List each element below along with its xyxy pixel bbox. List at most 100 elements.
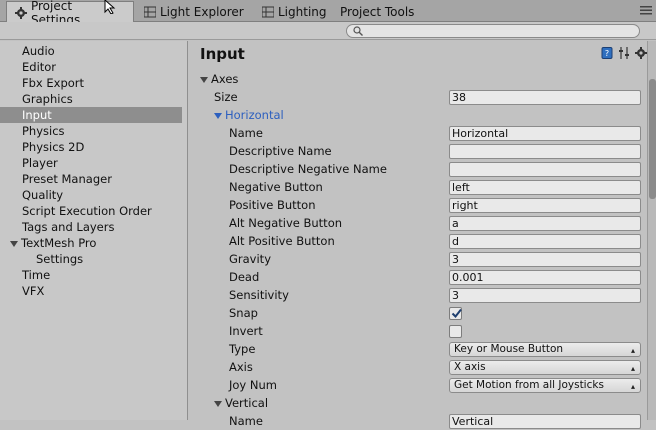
sidebar-item-preset-manager[interactable]: Preset Manager (0, 171, 187, 187)
type-label: Type (229, 342, 256, 356)
sidebar-item-tags-and-layers[interactable]: Tags and Layers (0, 219, 187, 235)
dropdown-arrow-icon: ▴ (630, 381, 635, 391)
descriptive-negative-name-label: Descriptive Negative Name (229, 162, 387, 176)
sidebar-item-fbx-export[interactable]: Fbx Export (0, 75, 187, 91)
snap-label: Snap (229, 306, 258, 320)
alt-negative-button-row: Alt Negative Button a (189, 214, 647, 232)
sidebar-group-textmesh-pro[interactable]: TextMesh Pro (0, 235, 187, 251)
axis-label: Axis (229, 360, 253, 374)
size-label: Size (214, 90, 238, 104)
vertical-foldout[interactable]: Vertical (189, 394, 647, 412)
invert-row: Invert (189, 322, 647, 340)
expand-triangle-icon[interactable] (10, 240, 18, 247)
sidebar-item-audio[interactable]: Audio (0, 43, 187, 59)
joy-num-value: Get Motion from all Joysticks (454, 378, 604, 391)
mouse-cursor-icon (104, 0, 116, 14)
sidebar-item-time[interactable]: Time (0, 267, 187, 283)
negative-button-row: Negative Button left (189, 178, 647, 196)
alt-positive-button-field[interactable]: d (449, 233, 641, 249)
positive-button-row: Positive Button right (189, 196, 647, 214)
horizontal-foldout[interactable]: Horizontal (189, 106, 647, 124)
size-field[interactable]: 38 (449, 89, 641, 105)
sidebar-item-input[interactable]: Input (0, 107, 182, 123)
dead-field[interactable]: 0.001 (449, 269, 641, 285)
snap-checkbox[interactable] (449, 306, 462, 320)
svg-text:?: ? (605, 49, 609, 58)
name-label: Name (229, 126, 263, 140)
negative-button-field[interactable]: left (449, 179, 641, 195)
type-row: Type Key or Mouse Button ▴ (189, 340, 647, 358)
name-field[interactable]: Horizontal (449, 125, 641, 141)
axis-row: Axis X axis ▴ (189, 358, 647, 376)
size-row: Size 38 (189, 88, 647, 106)
expand-triangle-icon[interactable] (200, 76, 208, 83)
alt-negative-button-field[interactable]: a (449, 215, 641, 231)
search-input[interactable] (346, 24, 640, 38)
type-dropdown[interactable]: Key or Mouse Button ▴ (449, 341, 641, 357)
gear-icon (15, 6, 27, 19)
sidebar-item-label: TextMesh Pro (21, 236, 97, 250)
help-book-icon[interactable]: ? (601, 47, 613, 59)
joy-num-dropdown[interactable]: Get Motion from all Joysticks ▴ (449, 377, 641, 393)
sidebar-item-editor[interactable]: Editor (0, 59, 187, 75)
gravity-row: Gravity 3 (189, 250, 647, 268)
invert-label: Invert (229, 324, 263, 338)
expand-triangle-icon[interactable] (214, 400, 222, 407)
grid-icon (262, 6, 274, 18)
axis-value: X axis (454, 360, 486, 373)
invert-checkbox[interactable] (449, 324, 462, 338)
expand-triangle-icon[interactable] (214, 112, 222, 119)
sidebar-item-graphics[interactable]: Graphics (0, 91, 187, 107)
tab-label: Light Explorer (160, 5, 244, 19)
tab-label: Project Tools (340, 5, 415, 19)
sidebar-item-physics[interactable]: Physics (0, 123, 187, 139)
descriptive-negative-name-field[interactable] (449, 161, 641, 177)
settings-sidebar: Audio Editor Fbx Export Graphics Input P… (0, 41, 188, 420)
preset-sliders-icon[interactable] (618, 47, 630, 59)
vertical-name-row: Name Vertical (189, 412, 647, 430)
sensitivity-row: Sensitivity 3 (189, 286, 647, 304)
sidebar-item-textmesh-settings[interactable]: Settings (0, 251, 187, 267)
axis-dropdown[interactable]: X axis ▴ (449, 359, 641, 375)
tab-light-explorer[interactable]: Light Explorer (136, 2, 252, 22)
alt-positive-button-row: Alt Positive Button d (189, 232, 647, 250)
grid-icon (144, 6, 156, 18)
sensitivity-label: Sensitivity (229, 288, 289, 302)
descriptive-name-row: Descriptive Name (189, 142, 647, 160)
dead-label: Dead (229, 270, 260, 284)
tab-lighting[interactable]: Lighting (254, 2, 335, 22)
scrollbar-thumb[interactable] (649, 79, 656, 199)
input-settings-panel: Input ? Axes Size 38 Horizontal Name Hor… (189, 41, 647, 429)
dropdown-arrow-icon: ▴ (630, 345, 635, 355)
descriptive-name-field[interactable] (449, 143, 641, 159)
snap-row: Snap (189, 304, 647, 322)
axes-foldout[interactable]: Axes (189, 70, 647, 88)
axes-label: Axes (211, 72, 239, 86)
joy-num-row: Joy Num Get Motion from all Joysticks ▴ (189, 376, 647, 394)
sidebar-item-quality[interactable]: Quality (0, 187, 187, 203)
vertical-name-field[interactable]: Vertical (449, 413, 641, 429)
gravity-field[interactable]: 3 (449, 251, 641, 267)
page-title: Input (200, 45, 245, 63)
tab-project-tools[interactable]: Project Tools (332, 2, 422, 22)
gear-icon[interactable] (635, 47, 647, 59)
dropdown-arrow-icon: ▴ (630, 363, 635, 373)
sidebar-item-physics-2d[interactable]: Physics 2D (0, 139, 187, 155)
negative-button-label: Negative Button (229, 180, 323, 194)
name-row: Name Horizontal (189, 124, 647, 142)
positive-button-label: Positive Button (229, 198, 316, 212)
menu-icon[interactable] (640, 6, 652, 15)
dead-row: Dead 0.001 (189, 268, 647, 286)
horizontal-label: Horizontal (225, 108, 284, 122)
vertical-label: Vertical (225, 396, 269, 410)
sensitivity-field[interactable]: 3 (449, 287, 641, 303)
search-row (0, 22, 656, 40)
name-label: Name (229, 414, 263, 428)
descriptive-negative-name-row: Descriptive Negative Name (189, 160, 647, 178)
sidebar-item-player[interactable]: Player (0, 155, 187, 171)
sidebar-item-vfx[interactable]: VFX (0, 283, 187, 299)
sidebar-item-script-execution-order[interactable]: Script Execution Order (0, 203, 187, 219)
alt-positive-button-label: Alt Positive Button (229, 234, 335, 248)
vertical-scrollbar[interactable] (647, 41, 656, 420)
positive-button-field[interactable]: right (449, 197, 641, 213)
